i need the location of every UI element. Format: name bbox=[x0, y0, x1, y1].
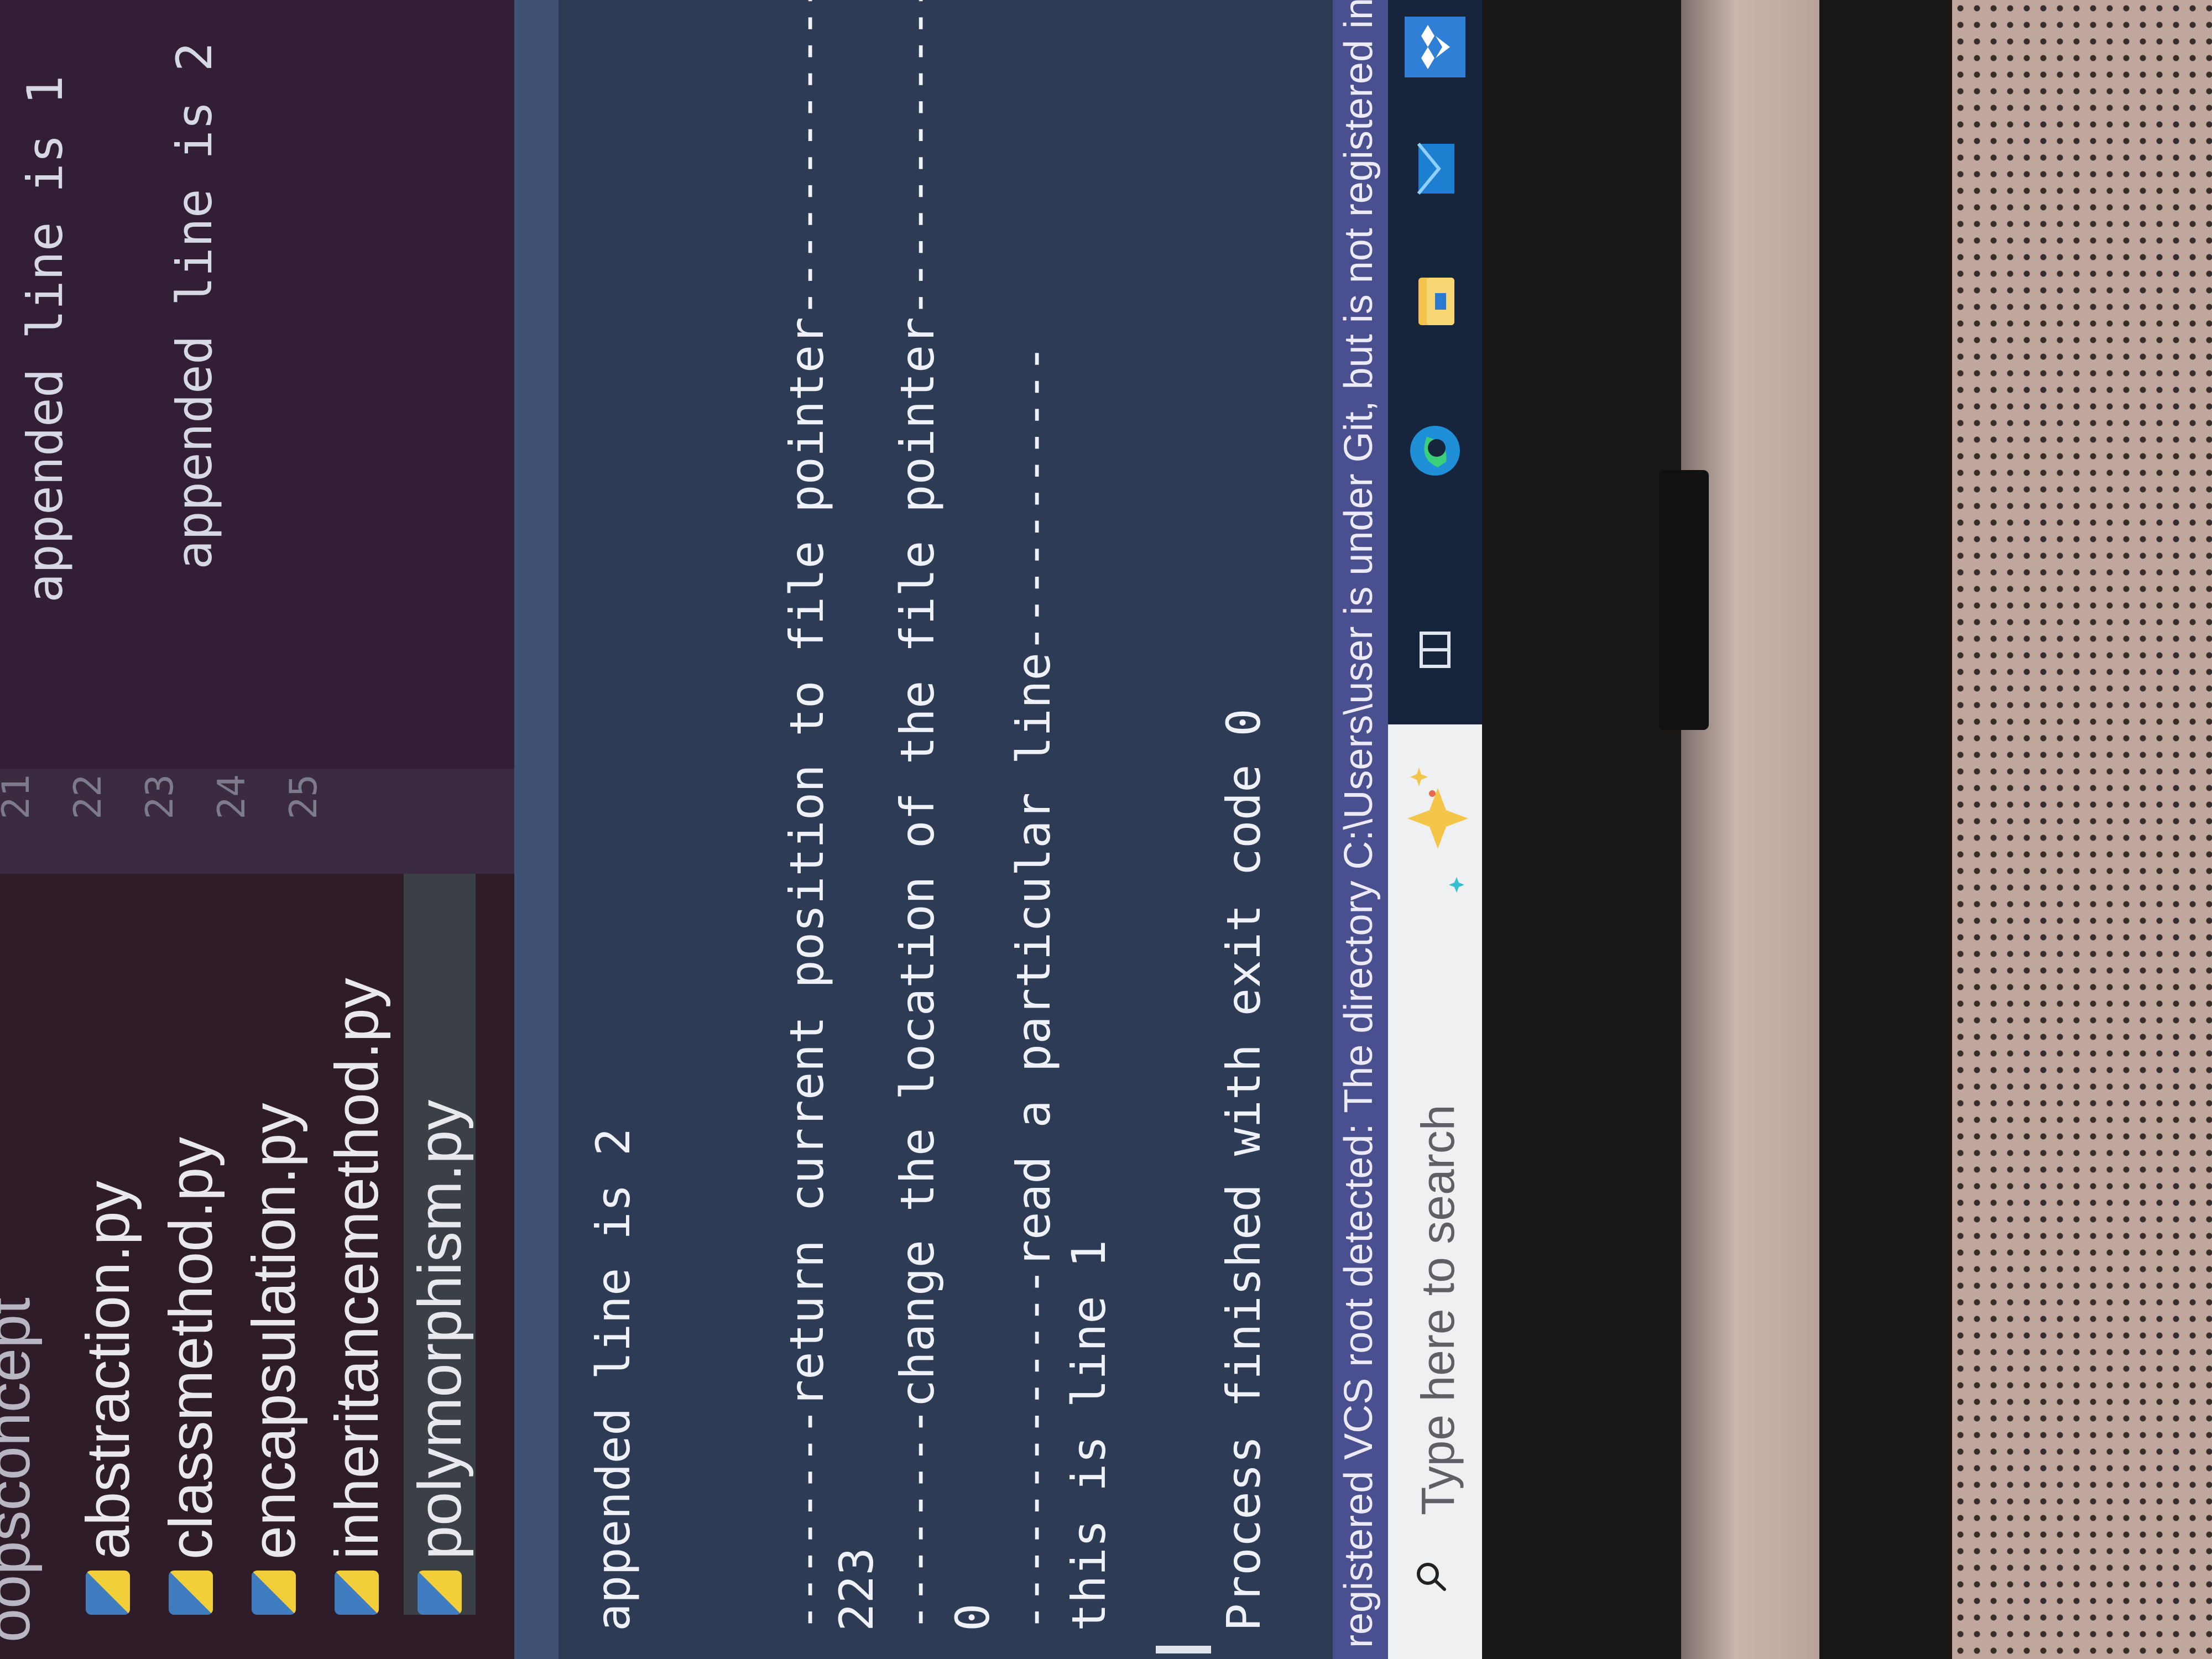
python-file-icon bbox=[418, 1571, 462, 1615]
tree-folder-oopsconcept[interactable]: oopsconcept bbox=[0, 1297, 44, 1642]
console-line: appended line is 2 bbox=[586, 1128, 640, 1631]
hinge-notch bbox=[1659, 470, 1709, 730]
search-highlight-sparkle-icon bbox=[1407, 768, 1468, 893]
console-line: --------return current position to file … bbox=[780, 0, 834, 1631]
code-line: appended line is 1 bbox=[17, 75, 74, 603]
status-bar[interactable]: registered VCS root detected: The direct… bbox=[1333, 0, 1388, 1659]
dropbox-icon[interactable] bbox=[1405, 17, 1465, 77]
tree-file-label: polymorphism.py bbox=[405, 1099, 474, 1559]
console-line: --------change the location of the file … bbox=[890, 0, 945, 1631]
python-file-icon bbox=[335, 1571, 379, 1615]
edge-icon[interactable] bbox=[1405, 420, 1465, 481]
task-view-icon[interactable] bbox=[1405, 619, 1465, 680]
code-line: appended line is 2 bbox=[166, 42, 223, 570]
tree-file-label: abstraction.py bbox=[74, 1181, 142, 1559]
tree-file-classmethod[interactable]: classmethod.py bbox=[155, 1137, 227, 1615]
code-editor[interactable]: 21 22 23 24 25 bbox=[0, 0, 514, 874]
status-message: registered VCS root detected: The direct… bbox=[1337, 0, 1381, 1648]
tree-file-encapsulation[interactable]: encapsulation.py bbox=[238, 1103, 310, 1615]
tree-file-polymorphism[interactable]: polymorphism.py bbox=[404, 874, 476, 1615]
search-placeholder: Type here to search bbox=[1412, 1104, 1464, 1515]
console-line: 0 bbox=[946, 1603, 1000, 1631]
line-number: 24 bbox=[210, 774, 254, 820]
windows-taskbar: Type here to search bbox=[1388, 0, 1482, 1659]
python-file-icon bbox=[169, 1571, 213, 1615]
console-line: Process finished with exit code 0 bbox=[1217, 708, 1271, 1631]
tree-folder-label: oopsconcept bbox=[0, 1297, 43, 1642]
speaker-grille bbox=[1952, 0, 2212, 1659]
mail-icon[interactable] bbox=[1405, 138, 1465, 199]
project-tree: oopsconcept abstraction.py classmethod.p… bbox=[0, 874, 514, 1659]
tree-file-label: classmethod.py bbox=[156, 1136, 225, 1559]
line-number: 23 bbox=[138, 774, 182, 820]
tree-file-label: encapsulation.py bbox=[239, 1103, 308, 1559]
line-number: 22 bbox=[66, 774, 110, 820]
file-explorer-icon[interactable] bbox=[1405, 271, 1465, 332]
search-icon bbox=[1417, 1563, 1446, 1591]
line-number: 25 bbox=[282, 774, 326, 820]
screen: oopsconcept abstraction.py classmethod.p… bbox=[0, 0, 1482, 1659]
console-line: this is line 1 bbox=[1062, 1239, 1116, 1631]
tree-file-inheritancemethod[interactable]: inheritancemethod.py bbox=[321, 978, 393, 1615]
taskbar-search-box[interactable]: Type here to search bbox=[1388, 724, 1482, 1659]
python-file-icon bbox=[252, 1571, 296, 1615]
laptop-hinge-strip bbox=[1681, 0, 1819, 1659]
run-panel-header bbox=[514, 0, 559, 1659]
console-caret bbox=[1156, 1646, 1211, 1653]
tree-file-label: inheritancemethod.py bbox=[322, 978, 391, 1559]
tree-file-abstraction[interactable]: abstraction.py bbox=[72, 1181, 144, 1615]
console-line: -------------read a particular line-----… bbox=[1006, 345, 1061, 1631]
console-line: 223 bbox=[830, 1547, 884, 1631]
line-number: 21 bbox=[0, 774, 38, 820]
python-file-icon bbox=[86, 1571, 130, 1615]
